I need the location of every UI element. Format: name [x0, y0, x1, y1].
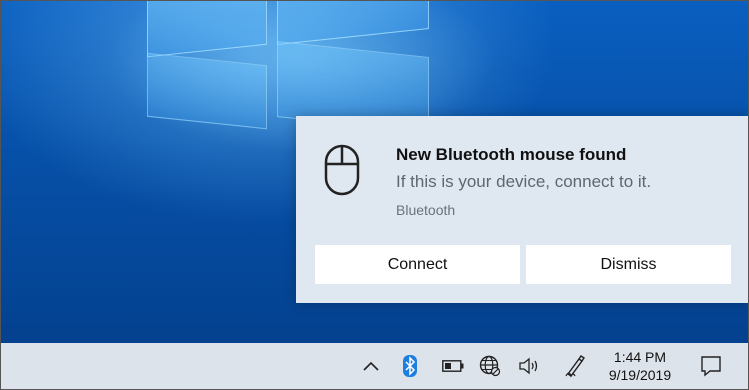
clock-date: 9/19/2019 — [608, 367, 672, 383]
taskbar: 1:44 PM 9/19/2019 — [1, 343, 748, 389]
mouse-icon — [324, 144, 360, 196]
show-hidden-icons-button[interactable] — [356, 351, 386, 381]
connect-button[interactable]: Connect — [315, 245, 520, 284]
network-tray-button[interactable] — [475, 351, 505, 381]
action-center-button[interactable] — [696, 351, 726, 381]
chevron-up-icon — [363, 361, 379, 371]
volume-icon — [519, 357, 538, 375]
windows-ink-tray-button[interactable] — [560, 351, 590, 381]
taskbar-clock[interactable]: 1:44 PM 9/19/2019 — [599, 348, 681, 384]
bluetooth-icon — [403, 355, 417, 377]
dismiss-button[interactable]: Dismiss — [526, 245, 731, 284]
network-globe-icon — [479, 355, 501, 377]
bluetooth-tray-button[interactable] — [395, 351, 425, 381]
notification-icon — [701, 356, 721, 377]
clock-time: 1:44 PM — [613, 349, 667, 365]
windows-logo-pane — [147, 52, 267, 130]
volume-tray-button[interactable] — [514, 351, 544, 381]
toast-source-app: Bluetooth — [396, 202, 456, 218]
pen-icon — [565, 355, 585, 378]
screen: New Bluetooth mouse found If this is you… — [0, 0, 749, 390]
bluetooth-toast-notification[interactable]: New Bluetooth mouse found If this is you… — [296, 116, 748, 303]
toast-message: If this is your device, connect to it. — [396, 172, 652, 191]
toast-title: New Bluetooth mouse found — [396, 145, 627, 164]
battery-icon — [442, 360, 464, 372]
battery-tray-button[interactable] — [438, 351, 468, 381]
